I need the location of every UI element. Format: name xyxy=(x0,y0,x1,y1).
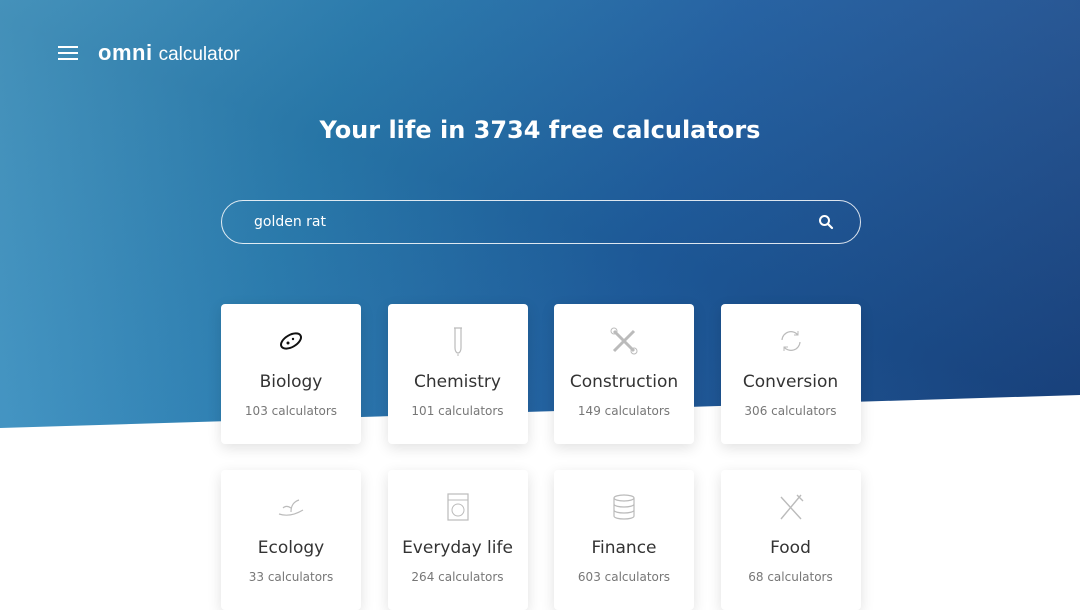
category-count: 33 calculators xyxy=(248,570,334,584)
category-name: Biology xyxy=(259,372,323,392)
search-input[interactable] xyxy=(254,214,818,230)
category-card-conversion[interactable]: Conversion 306 calculators xyxy=(720,304,861,444)
washing-machine-icon xyxy=(446,492,470,522)
top-bar: omni calculator xyxy=(58,40,240,66)
category-card-everyday-life[interactable]: Everyday life 264 calculators xyxy=(387,470,528,610)
category-count: 149 calculators xyxy=(577,404,671,418)
category-card-ecology[interactable]: Ecology 33 calculators xyxy=(221,470,361,610)
page-title: Your life in 3734 free calculators xyxy=(319,116,761,144)
category-name: Everyday life xyxy=(402,538,513,558)
category-card-chemistry[interactable]: Chemistry 101 calculators xyxy=(387,304,528,444)
bacteria-icon xyxy=(276,326,306,356)
category-grid: Biology 103 calculators Chemistry 101 calc… xyxy=(221,304,861,610)
category-count: 306 calculators xyxy=(744,404,837,418)
category-name: Chemistry xyxy=(414,372,501,392)
category-name: Finance xyxy=(591,538,657,558)
category-card-biology[interactable]: Biology 103 calculators xyxy=(221,304,361,444)
search-icon[interactable] xyxy=(818,214,834,230)
category-count: 603 calculators xyxy=(577,570,671,584)
plant-hand-icon xyxy=(276,492,306,522)
category-count: 264 calculators xyxy=(411,570,504,584)
search-bar xyxy=(221,200,861,244)
category-card-food[interactable]: Food 68 calculators xyxy=(720,470,861,610)
category-name: Conversion xyxy=(742,372,839,392)
wrenches-icon xyxy=(609,326,639,356)
test-tube-icon xyxy=(451,326,465,356)
category-count: 68 calculators xyxy=(748,570,833,584)
fork-knife-icon xyxy=(777,492,805,522)
category-card-finance[interactable]: Finance 603 calculators xyxy=(554,470,694,610)
logo-brand: omni xyxy=(98,40,153,65)
coins-icon xyxy=(612,492,636,522)
logo-suffix: calculator xyxy=(158,44,240,65)
category-name: Construction xyxy=(569,372,679,392)
category-name: Ecology xyxy=(257,538,325,558)
category-card-construction[interactable]: Construction 149 calculators xyxy=(554,304,694,444)
category-count: 101 calculators xyxy=(411,404,504,418)
category-name: Food xyxy=(770,538,811,558)
category-count: 103 calculators xyxy=(244,404,338,418)
refresh-icon xyxy=(778,326,804,356)
hamburger-menu-icon[interactable] xyxy=(58,46,78,60)
logo[interactable]: omni calculator xyxy=(98,40,240,66)
